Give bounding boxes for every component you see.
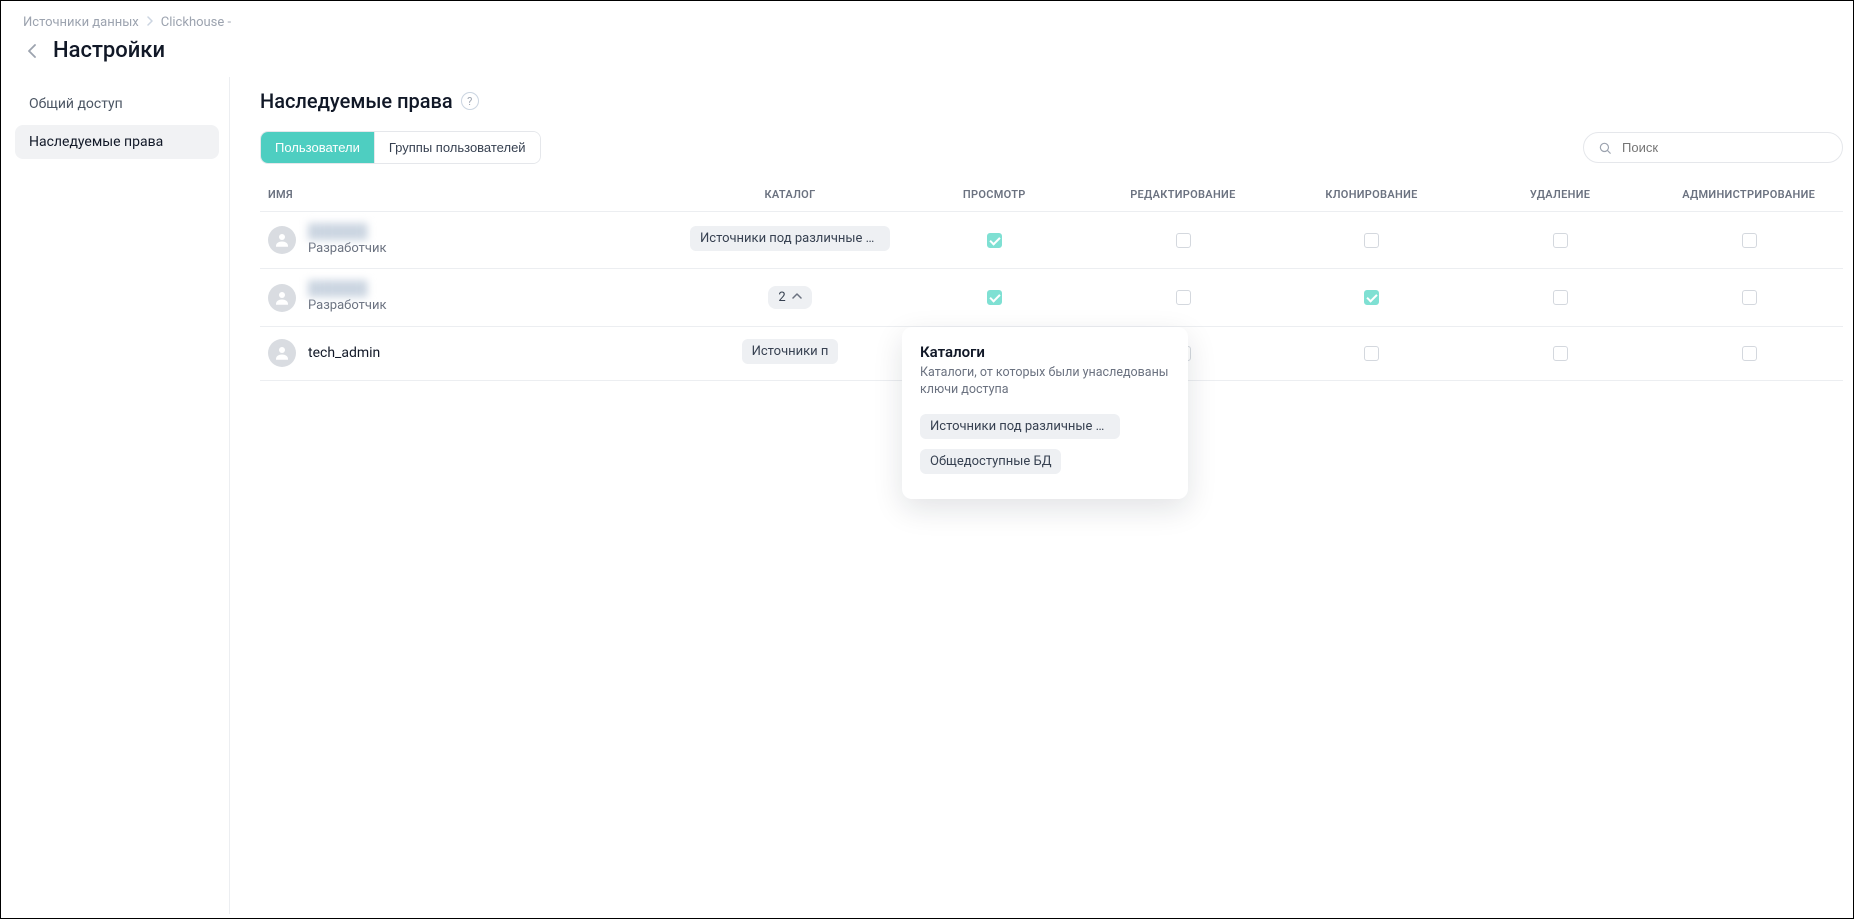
breadcrumb-root[interactable]: Источники данных — [23, 15, 139, 30]
help-icon[interactable]: ? — [461, 92, 479, 110]
col-header-admin: Администрирование — [1654, 178, 1843, 212]
perm-edit-checkbox[interactable] — [1176, 233, 1191, 248]
page-title: Настройки — [53, 38, 165, 63]
avatar — [268, 284, 296, 312]
user-role: Разработчик — [308, 241, 387, 257]
catalog-chip[interactable]: Источники под различные С... — [690, 226, 890, 251]
catalog-count-chip[interactable]: 2 — [768, 286, 811, 309]
col-header-clone: Клонирование — [1277, 178, 1466, 212]
user-name: tech_admin — [308, 345, 380, 362]
table-row: ██████Разработчик 2 — [260, 269, 1843, 326]
perm-clone-checkbox[interactable] — [1364, 233, 1379, 248]
user-role: Разработчик — [308, 298, 387, 314]
perm-view-checkbox[interactable] — [987, 290, 1002, 305]
catalog-count: 2 — [778, 290, 785, 305]
section-title: Наследуемые права — [260, 89, 453, 113]
table-row: ██████Разработчик Источники под различные… — [260, 212, 1843, 269]
perm-clone-checkbox[interactable] — [1364, 346, 1379, 361]
catalog-chip[interactable]: Источники под различные СУБД — [920, 414, 1120, 439]
chevron-right-icon — [147, 15, 153, 30]
perm-admin-checkbox[interactable] — [1742, 233, 1757, 248]
col-header-catalog: Каталог — [680, 178, 900, 212]
search-input[interactable] — [1620, 139, 1828, 156]
sidebar-item-inherited-rights[interactable]: Наследуемые права — [15, 125, 219, 159]
avatar — [268, 339, 296, 367]
perm-clone-checkbox[interactable] — [1364, 290, 1379, 305]
col-header-edit: Редактирование — [1089, 178, 1278, 212]
search-icon — [1598, 141, 1612, 155]
tab-users[interactable]: Пользователи — [261, 132, 374, 163]
perm-admin-checkbox[interactable] — [1742, 290, 1757, 305]
perm-admin-checkbox[interactable] — [1742, 346, 1757, 361]
perm-del-checkbox[interactable] — [1553, 290, 1568, 305]
perm-view-checkbox[interactable] — [987, 233, 1002, 248]
sidebar-item-common-access[interactable]: Общий доступ — [15, 87, 219, 121]
col-header-name: Имя — [260, 178, 680, 212]
avatar — [268, 226, 296, 254]
chevron-up-icon — [792, 290, 802, 305]
user-name: ██████ — [308, 224, 387, 241]
user-name: ██████ — [308, 281, 387, 298]
title-row: Настройки — [1, 36, 1853, 77]
sidebar: Общий доступ Наследуемые права — [1, 77, 229, 914]
segmented-control: Пользователи Группы пользователей — [260, 131, 541, 164]
popover-title: Каталоги — [920, 343, 1170, 361]
tab-groups[interactable]: Группы пользователей — [374, 132, 540, 163]
col-header-delete: Удаление — [1466, 178, 1655, 212]
back-button[interactable] — [23, 42, 41, 60]
popover-desc: Каталоги, от которых были унаследованы к… — [920, 365, 1170, 399]
content: Наследуемые права ? Пользователи Группы … — [229, 77, 1853, 914]
perm-del-checkbox[interactable] — [1553, 233, 1568, 248]
catalog-chip[interactable]: Общедоступные БД — [920, 449, 1061, 474]
perm-edit-checkbox[interactable] — [1176, 290, 1191, 305]
breadcrumb-current[interactable]: Clickhouse - — [161, 15, 231, 30]
catalog-chip[interactable]: Источники п — [742, 339, 839, 364]
search-field[interactable] — [1583, 132, 1843, 163]
breadcrumb: Источники данных Clickhouse - — [1, 1, 1853, 36]
col-header-view: Просмотр — [900, 178, 1089, 212]
catalogs-popover: Каталоги Каталоги, от которых были унасл… — [902, 327, 1188, 499]
perm-del-checkbox[interactable] — [1553, 346, 1568, 361]
